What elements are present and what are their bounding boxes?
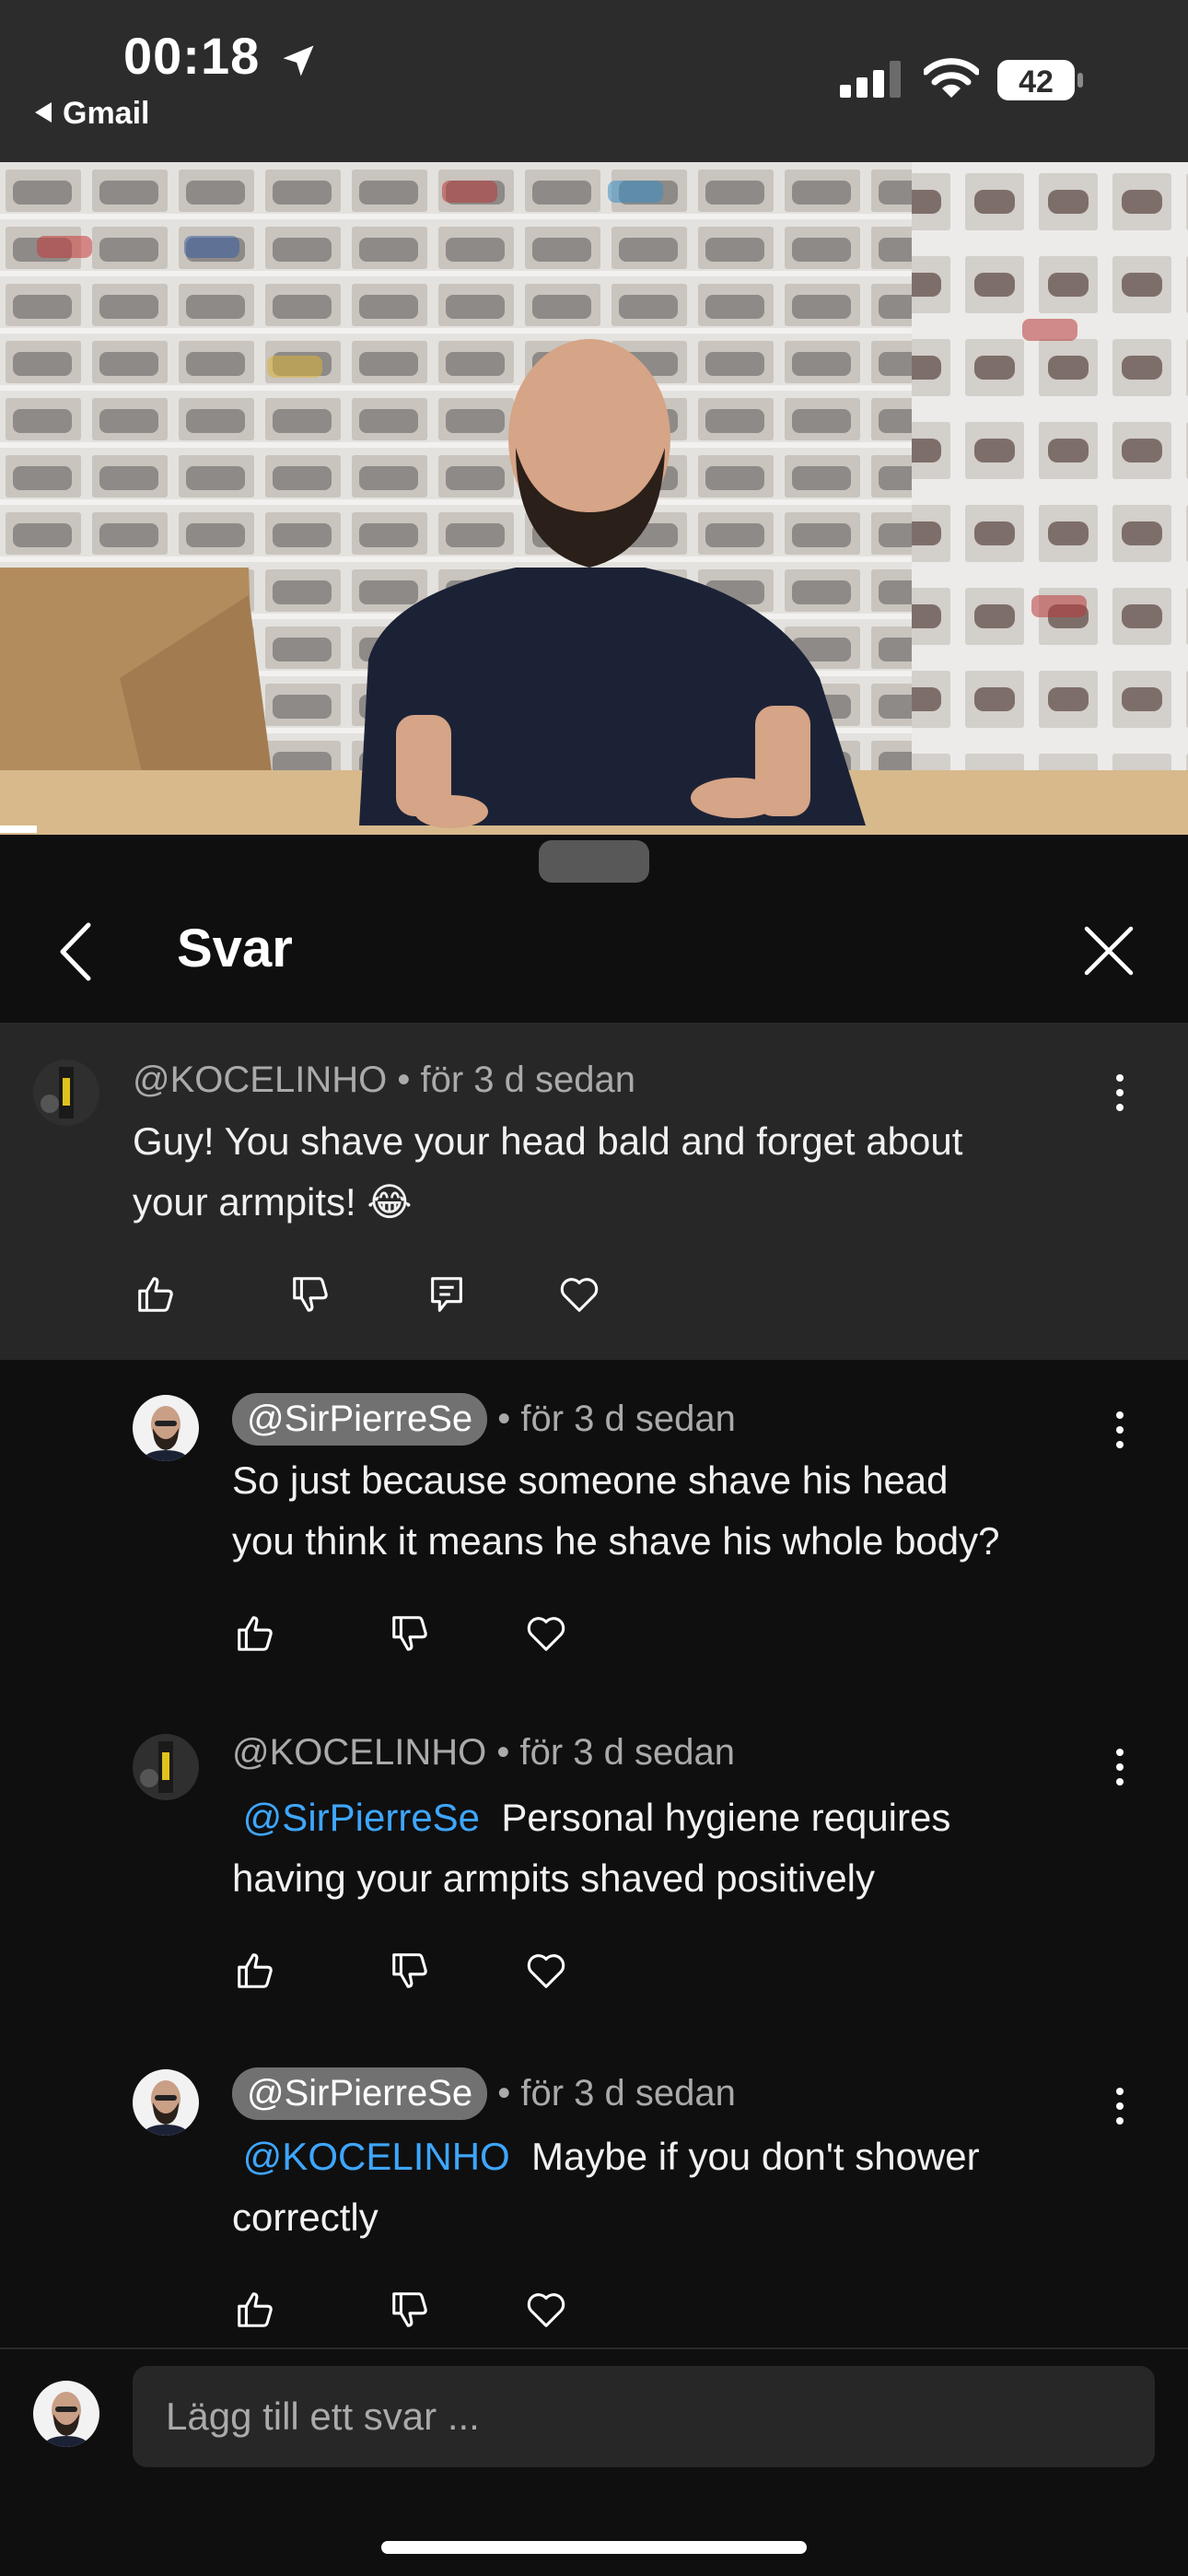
dislike-icon[interactable] [389,2289,431,2331]
mention-link[interactable]: @KOCELINHO [243,2135,510,2178]
comment-text: So just because someone shave his head y… [232,1450,1000,1572]
heart-icon[interactable] [525,1612,567,1655]
comment-author-pill[interactable]: @SirPierreSe [232,1393,488,1446]
close-icon[interactable] [1083,925,1135,977]
comment-meta: @KOCELINHO • för 3 d sedan [133,1060,635,1101]
comment-line: Guy! You shave your head bald and forget… [133,1119,963,1163]
sheet-drag-handle[interactable] [539,840,649,883]
reply-icon[interactable] [425,1273,468,1316]
more-vert-icon[interactable] [1111,1072,1129,1113]
composer-avatar [33,2381,99,2447]
video-progress-bar[interactable] [0,825,37,833]
signal-icon [840,61,901,98]
more-vert-icon[interactable] [1111,1747,1129,1787]
status-bar: 00:18 Gmail 42 [0,0,1188,162]
comment-age: • för 3 d sedan [397,1060,635,1100]
comment-meta: @KOCELINHO • för 3 d sedan [232,1732,735,1774]
avatar[interactable] [133,2069,199,2136]
home-indicator[interactable] [381,2541,807,2554]
comment-author-pill[interactable]: @SirPierreSe [232,2067,488,2120]
wifi-icon [924,58,979,98]
like-icon[interactable] [134,1273,177,1316]
back-app-label: Gmail [63,96,150,131]
comment-text: Guy! You shave your head bald and forget… [133,1111,962,1233]
back-to-app-link[interactable]: Gmail [35,96,149,132]
sheet-title: Svar [177,919,293,978]
comment-line: @KOCELINHO Maybe if you don't shower [232,2126,980,2187]
dislike-icon[interactable] [389,1612,431,1655]
heart-icon[interactable] [525,2289,567,2331]
comment-age: • för 3 d sedan [496,1732,735,1773]
location-arrow-icon [283,45,314,76]
reply-input[interactable]: Lägg till ett svar ... [133,2366,1155,2467]
heart-icon[interactable] [525,1950,567,1992]
comment-line: correctly [232,2195,379,2239]
comment-line-text: Personal hygiene requires [501,1796,951,1839]
comment-age: • för 3 d sedan [497,1399,736,1439]
status-time: 00:18 [123,27,261,85]
mention-link[interactable]: @SirPierreSe [243,1796,480,1839]
comment-age: • för 3 d sedan [497,2073,736,2113]
like-icon[interactable] [234,1612,276,1655]
comment-line: you think it means he shave his whole bo… [232,1519,1000,1563]
battery-icon: 42 [997,60,1083,100]
comment-text: @SirPierreSe Personal hygiene requires h… [232,1787,950,1909]
like-icon[interactable] [234,1950,276,1992]
more-vert-icon[interactable] [1111,1410,1129,1450]
avatar[interactable] [33,1060,99,1126]
comment-meta: @SirPierreSe • för 3 d sedan [232,1393,736,1446]
comment-text: @KOCELINHO Maybe if you don't shower cor… [232,2126,980,2248]
comment-author[interactable]: @KOCELINHO [232,1732,486,1773]
more-vert-icon[interactable] [1111,2086,1129,2126]
avatar[interactable] [133,1734,199,1800]
comment-meta: @SirPierreSe • för 3 d sedan [232,2067,736,2120]
comment-author[interactable]: @KOCELINHO [133,1060,387,1100]
comment-line: having your armpits shaved positively [232,1856,876,1900]
avatar[interactable] [133,1395,199,1461]
video-player[interactable] [0,162,1188,835]
comment-line-text: Maybe if you don't shower [531,2135,980,2178]
heart-icon[interactable] [558,1273,600,1316]
dislike-icon[interactable] [389,1950,431,1992]
like-icon[interactable] [234,2289,276,2331]
comment-line: your armpits! 😂 [133,1180,413,1224]
comment-line: @SirPierreSe Personal hygiene requires [232,1787,951,1848]
battery-level: 42 [1019,64,1054,100]
dislike-icon[interactable] [289,1273,332,1316]
back-chevron-icon[interactable] [55,919,96,984]
back-triangle-icon [35,102,52,123]
comment-line: So just because someone shave his head [232,1458,949,1502]
video-frame-image [0,162,1188,835]
composer-divider [0,2348,1188,2349]
